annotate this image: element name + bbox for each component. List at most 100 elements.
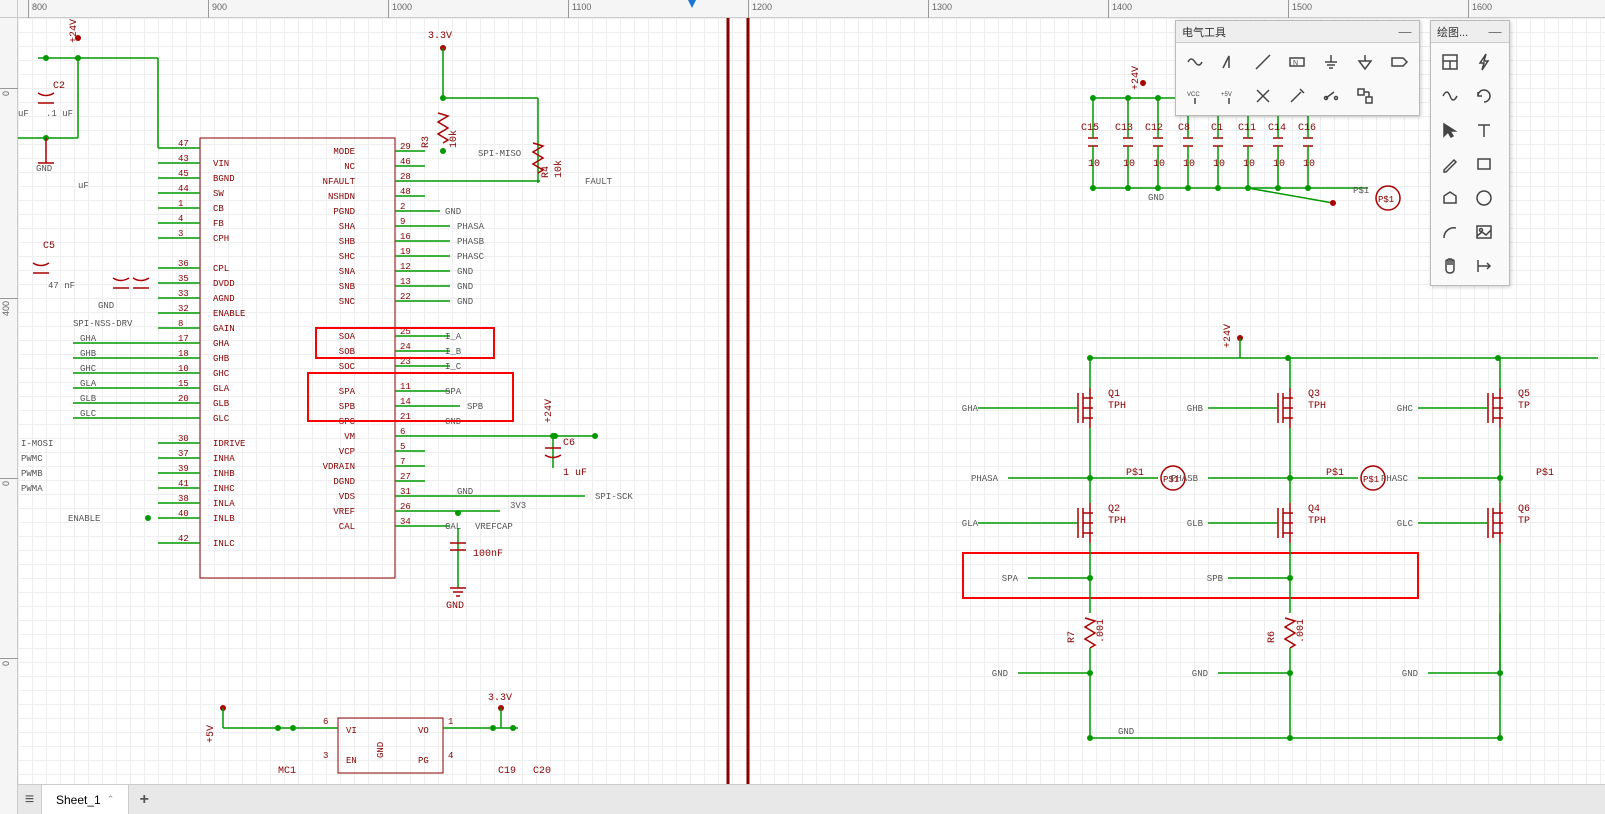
port-tool-icon[interactable] (1384, 47, 1414, 77)
svg-text:SPA: SPA (445, 387, 462, 397)
svg-text:MODE: MODE (333, 147, 355, 157)
svg-text:VDS: VDS (339, 492, 355, 502)
svg-text:10k: 10k (553, 160, 565, 178)
svg-text:TPH: TPH (1308, 516, 1326, 527)
svg-text:.001: .001 (1096, 619, 1107, 643)
gnd-tool-icon[interactable] (1316, 47, 1346, 77)
probe-tool-icon[interactable] (1282, 81, 1312, 111)
svg-text:SHB: SHB (339, 237, 356, 247)
svg-text:29: 29 (400, 142, 411, 152)
text-tool-icon[interactable] (1469, 115, 1499, 145)
svg-text:19: 19 (400, 247, 411, 257)
chevron-up-icon[interactable]: ⌃ (107, 794, 115, 805)
svg-text:GHC: GHC (80, 364, 97, 374)
svg-text:SPA: SPA (1002, 574, 1019, 584)
svg-text:GND: GND (457, 282, 473, 292)
bus-tool-icon[interactable] (1214, 47, 1244, 77)
rect-tool-icon[interactable] (1469, 149, 1499, 179)
svg-text:2: 2 (400, 202, 405, 212)
svg-text:SPA: SPA (339, 387, 356, 397)
svg-text:10: 10 (1213, 159, 1225, 170)
sheet-tab[interactable]: Sheet_1 ⌃ (42, 785, 129, 814)
rotate-tool-icon[interactable] (1469, 81, 1499, 111)
svg-text:SPB: SPB (1207, 574, 1224, 584)
pencil-tool-icon[interactable] (1435, 149, 1465, 179)
ruler-h-tick: 1100 (572, 2, 591, 12)
svg-text:26: 26 (400, 502, 411, 512)
minimize-icon[interactable]: — (1487, 24, 1503, 40)
svg-text:40: 40 (178, 509, 189, 519)
svg-text:15: 15 (178, 379, 189, 389)
gnd2-tool-icon[interactable] (1350, 47, 1380, 77)
svg-text:TP: TP (1518, 516, 1530, 527)
svg-text:P$1: P$1 (1353, 186, 1369, 196)
vcc-tool-icon[interactable]: VCC (1180, 81, 1210, 111)
pan-tool-icon[interactable] (1435, 251, 1465, 281)
palette-header[interactable]: 绘图... — (1431, 21, 1509, 43)
svg-text:39: 39 (178, 464, 189, 474)
design-block-tool-icon[interactable] (1350, 81, 1380, 111)
svg-text:+5V: +5V (1221, 92, 1232, 98)
svg-text:3V3: 3V3 (510, 501, 526, 511)
schematic-canvas[interactable]: 47 43VIN 45BGND 44SW 1CB 4FB 3CPH 36CPL … (18, 18, 1605, 784)
svg-text:C11: C11 (1238, 123, 1256, 134)
svg-text:P$1: P$1 (1378, 195, 1394, 205)
svg-text:VCC: VCC (1187, 92, 1200, 98)
svg-text:PHASA: PHASA (971, 474, 999, 484)
sine-tool-icon[interactable] (1435, 81, 1465, 111)
add-sheet-button[interactable]: + (129, 785, 159, 814)
svg-text:MC1: MC1 (278, 766, 296, 777)
svg-text:10k: 10k (448, 130, 460, 148)
svg-text:GLB: GLB (213, 399, 230, 409)
svg-text:SNA: SNA (339, 267, 356, 277)
sheet-tab-label: Sheet_1 (56, 793, 101, 807)
cursor-tool-icon[interactable] (1435, 115, 1465, 145)
svg-text:uF: uF (18, 109, 29, 119)
svg-text:GND: GND (992, 669, 1008, 679)
netlabel-tool-icon[interactable]: N (1282, 47, 1312, 77)
svg-text:10: 10 (1183, 159, 1195, 170)
switch-tool-icon[interactable] (1316, 81, 1346, 111)
net-tool-icon[interactable] (1180, 47, 1210, 77)
svg-text:GLC: GLC (80, 409, 97, 419)
svg-text:GND: GND (1118, 727, 1134, 737)
svg-text:TPH: TPH (1308, 401, 1326, 412)
svg-text:CPH: CPH (213, 234, 229, 244)
electrical-tools-palette[interactable]: 电气工具 — N VCC +5V (1175, 20, 1420, 116)
svg-text:C5: C5 (43, 241, 55, 252)
svg-text:C1: C1 (1211, 123, 1223, 134)
image-tool-icon[interactable] (1469, 217, 1499, 247)
svg-text:C16: C16 (1298, 123, 1316, 134)
frame-tool-icon[interactable] (1435, 47, 1465, 77)
drawing-tools-palette[interactable]: 绘图... — (1430, 20, 1510, 286)
svg-text:NFAULT: NFAULT (323, 177, 356, 187)
wire-tool-icon[interactable] (1248, 47, 1278, 77)
5v-tool-icon[interactable]: +5V (1214, 81, 1244, 111)
svg-text:GND: GND (457, 267, 473, 277)
ruler-vertical[interactable]: 0 400 0 0 (0, 18, 18, 814)
svg-text:48: 48 (400, 187, 411, 197)
svg-text:+24V: +24V (1223, 324, 1234, 348)
ruler-h-tick: 1600 (1472, 2, 1492, 12)
arc-tool-icon[interactable] (1435, 217, 1465, 247)
polygon-tool-icon[interactable] (1435, 183, 1465, 213)
svg-text:6: 6 (323, 717, 328, 727)
palette-header[interactable]: 电气工具 — (1176, 21, 1419, 43)
ruler-h-tick: 1000 (392, 2, 412, 12)
dimension-tool-icon[interactable] (1469, 251, 1499, 281)
svg-text:VM: VM (344, 432, 355, 442)
svg-text:10: 10 (1123, 159, 1135, 170)
svg-text:I_B: I_B (445, 347, 462, 357)
svg-text:GND: GND (1192, 669, 1208, 679)
minimize-icon[interactable]: — (1397, 24, 1413, 40)
svg-text:C15: C15 (1081, 123, 1099, 134)
svg-text:33: 33 (178, 289, 189, 299)
lightning-tool-icon[interactable] (1469, 47, 1499, 77)
svg-text:AGND: AGND (213, 294, 235, 304)
tab-menu-button[interactable]: ≡ (18, 785, 42, 814)
svg-text:R6: R6 (1267, 631, 1278, 643)
ruler-horizontal[interactable]: 800 900 1000 1100 1200 1300 1400 1500 16… (18, 0, 1605, 18)
svg-text:Q2: Q2 (1108, 504, 1120, 515)
circle-tool-icon[interactable] (1469, 183, 1499, 213)
noconnect-tool-icon[interactable] (1248, 81, 1278, 111)
